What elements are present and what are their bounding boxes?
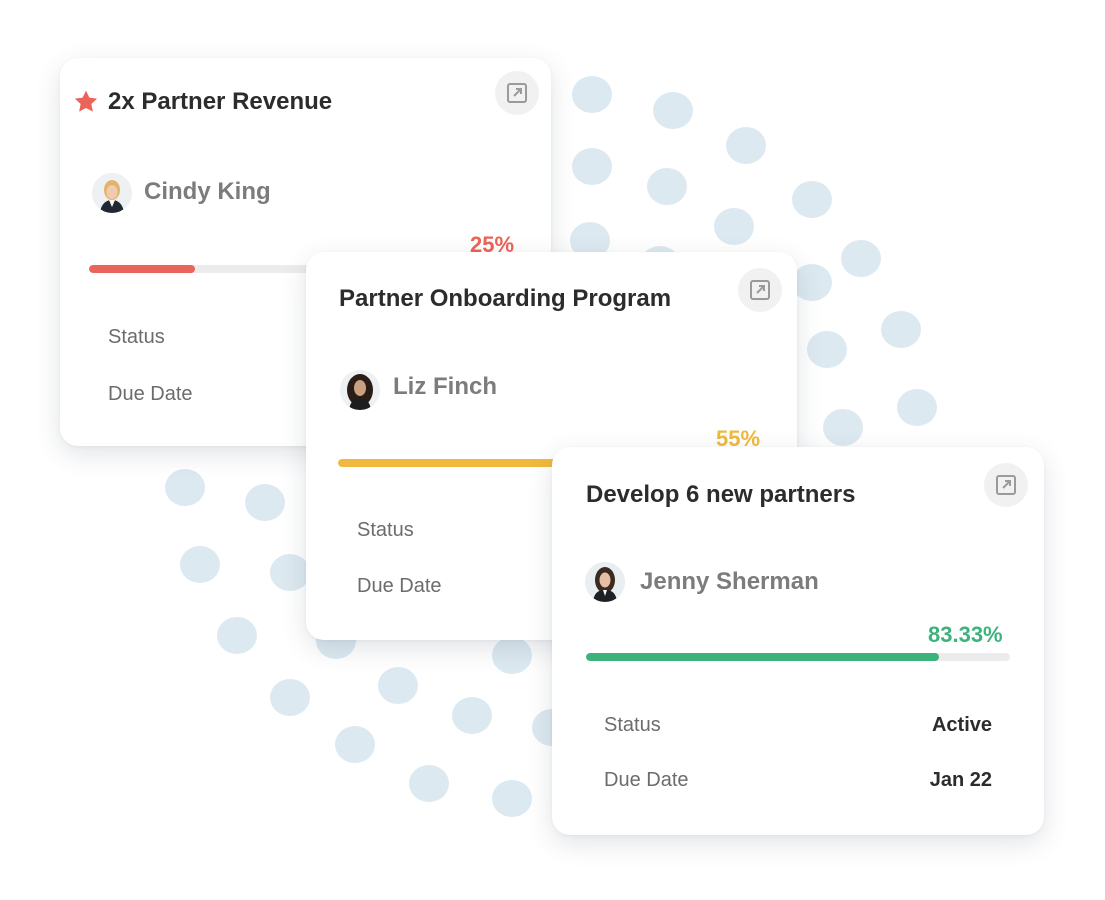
progress-percent: 83.33%: [928, 622, 1003, 647]
progress-bar: [586, 653, 1010, 661]
decorative-dot: [726, 127, 766, 164]
owner-name: Jenny Sherman: [640, 568, 819, 595]
decorative-dot: [792, 264, 832, 301]
status-value: Active: [931, 714, 992, 736]
decorative-dot: [180, 546, 220, 583]
open-goal-button[interactable]: [738, 268, 782, 312]
external-link-icon: [996, 475, 1016, 495]
status-label: Status: [108, 326, 165, 348]
external-link-icon: [507, 83, 527, 103]
progress-fill: [89, 265, 196, 273]
decorative-dot: [881, 311, 921, 348]
decorative-dot: [335, 726, 375, 763]
decorative-dot: [217, 617, 257, 654]
decorative-dot: [897, 389, 937, 426]
decorative-dot: [653, 92, 693, 129]
avatar: [340, 370, 380, 410]
card-title: Develop 6 new partners: [586, 481, 856, 508]
goal-cards-stage: 2x Partner Revenue Cindy King 25% Status…: [0, 0, 1105, 900]
due-date-value: Jan 22: [929, 769, 992, 791]
decorative-dot: [270, 679, 310, 716]
decorative-dot: [452, 697, 492, 734]
goal-card-develop-partners[interactable]: Develop 6 new partners Jenny Sherman 83.…: [552, 447, 1044, 835]
decorative-dot: [572, 148, 612, 185]
decorative-dot: [572, 76, 612, 113]
decorative-dot: [165, 469, 205, 506]
decorative-dot: [492, 780, 532, 817]
decorative-dot: [823, 409, 863, 446]
owner-name: Liz Finch: [393, 373, 497, 400]
due-date-label: Due Date: [604, 769, 689, 791]
card-title: Partner Onboarding Program: [339, 285, 672, 312]
open-goal-button[interactable]: [495, 71, 539, 115]
avatar: [585, 562, 625, 602]
due-date-label: Due Date: [108, 383, 193, 405]
star-icon: [74, 90, 98, 112]
open-goal-button[interactable]: [984, 463, 1028, 507]
due-date-label: Due Date: [357, 575, 442, 597]
owner-name: Cindy King: [144, 178, 271, 205]
progress-fill: [586, 653, 940, 661]
status-label: Status: [604, 714, 661, 736]
decorative-dot: [714, 208, 754, 245]
status-label: Status: [357, 519, 414, 541]
avatar: [92, 173, 132, 213]
external-link-icon: [750, 280, 770, 300]
decorative-dot: [270, 554, 310, 591]
decorative-dot: [378, 667, 418, 704]
decorative-dot: [245, 484, 285, 521]
decorative-dot: [647, 168, 687, 205]
decorative-dot: [807, 331, 847, 368]
decorative-dot: [841, 240, 881, 277]
decorative-dot: [409, 765, 449, 802]
decorative-dot: [492, 637, 532, 674]
progress-fill: [338, 459, 572, 467]
card-title: 2x Partner Revenue: [108, 88, 333, 115]
decorative-dot: [792, 181, 832, 218]
